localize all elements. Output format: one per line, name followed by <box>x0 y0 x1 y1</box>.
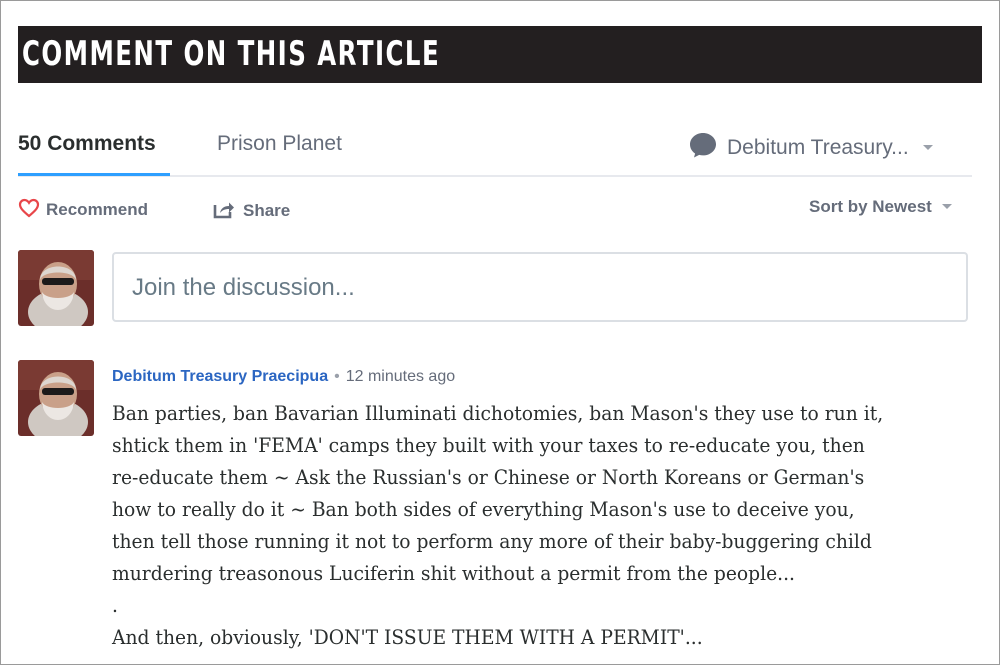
recommend-button[interactable]: Recommend <box>18 198 148 223</box>
share-button[interactable]: Share <box>213 199 290 224</box>
comments-widget: COMMENT ON THIS ARTICLE 50 Comments Pris… <box>0 0 1000 665</box>
active-tab-indicator <box>18 173 170 176</box>
comment-line: then tell those running it not to perfor… <box>112 529 872 553</box>
comment-author-link[interactable]: Debitum Treasury Praecipua <box>112 368 328 385</box>
user-menu-label: Debitum Treasury... <box>727 136 909 159</box>
comment-line: shtick them in 'FEMA' camps they built w… <box>112 433 865 457</box>
comment-line: how to really do it ~ Ban both sides of … <box>112 497 855 521</box>
avatar[interactable] <box>18 360 94 436</box>
comment-line: And then, obviously, 'DON'T ISSUE THEM W… <box>112 625 703 649</box>
section-banner: COMMENT ON THIS ARTICLE <box>18 26 982 83</box>
chat-bubble-icon <box>689 132 717 164</box>
sort-label: Sort by Newest <box>809 197 932 216</box>
comment-line: re-educate them ~ Ask the Russian's or C… <box>112 465 865 489</box>
share-icon <box>213 199 235 224</box>
user-menu[interactable]: Debitum Treasury... <box>689 132 933 164</box>
avatar[interactable] <box>18 250 94 326</box>
comment-line: Ban parties, ban Bavarian Illuminati dic… <box>112 401 884 425</box>
tab-community[interactable]: Prison Planet <box>217 132 342 156</box>
comment-line: . <box>112 593 118 617</box>
tab-comments[interactable]: 50 Comments <box>18 132 156 156</box>
comment-header: Debitum Treasury Praecipua • 12 minutes ag… <box>112 368 455 386</box>
heart-icon <box>18 198 40 223</box>
caret-down-icon <box>922 145 933 150</box>
comment-body: Ban parties, ban Bavarian Illuminati dic… <box>112 397 916 653</box>
recommend-label: Recommend <box>46 200 149 219</box>
join-discussion-input[interactable] <box>130 272 934 304</box>
meta-separator: • <box>334 368 340 385</box>
comment-composer[interactable] <box>112 252 968 322</box>
banner-title: COMMENT ON THIS ARTICLE <box>22 34 441 74</box>
share-label: Share <box>243 201 291 220</box>
caret-down-icon <box>941 204 952 209</box>
sort-dropdown[interactable]: Sort by Newest <box>809 197 952 217</box>
comment-line: murdering treasonous Luciferin shit with… <box>112 561 795 585</box>
comment-timestamp[interactable]: 12 minutes ago <box>346 368 455 385</box>
